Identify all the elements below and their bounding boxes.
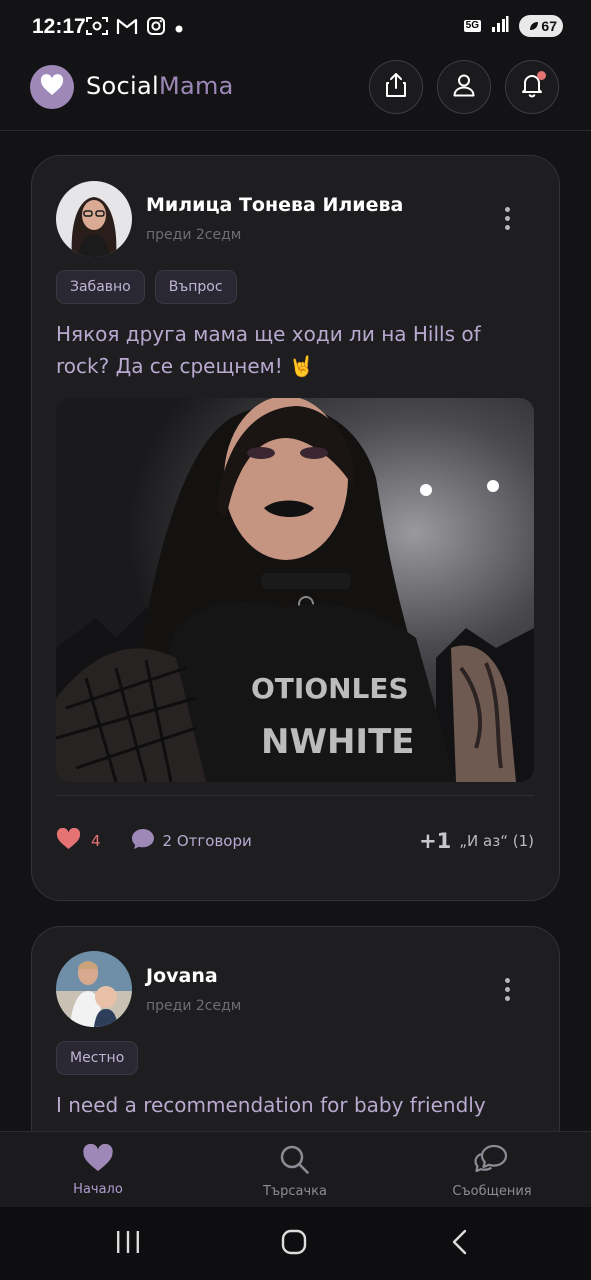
profile-button[interactable]: [437, 60, 491, 114]
post-time: преди 2седм: [146, 227, 242, 243]
more-options-button[interactable]: [495, 201, 519, 235]
post-card: Милица Тонева Илиева преди 2седм Забавно…: [31, 155, 560, 901]
author-avatar[interactable]: [56, 951, 132, 1027]
replies-count: 2 Отговори: [162, 832, 252, 850]
svg-text:NWHITE: NWHITE: [261, 722, 414, 762]
notifications-button[interactable]: [505, 60, 559, 114]
tag[interactable]: Въпрос: [154, 270, 237, 304]
status-bar: 12:17 5G 67: [0, 0, 591, 56]
comment-icon: [131, 828, 155, 854]
dot: [504, 224, 510, 230]
app-header: SocialMama: [0, 56, 591, 131]
gmail-icon: [116, 17, 138, 39]
dot: [504, 206, 510, 212]
scan-icon: [86, 16, 108, 40]
nav-messages[interactable]: Съобщения: [427, 1144, 557, 1199]
user-icon: [452, 73, 476, 101]
status-time: 12:17: [32, 15, 86, 38]
battery-level: 67: [541, 18, 557, 34]
leaf-icon: [529, 18, 539, 34]
like-count: 4: [91, 832, 101, 850]
post-tags: Забавно Въпрос: [56, 270, 237, 304]
system-status-icons: 5G 67: [463, 15, 563, 37]
more-options-button[interactable]: [495, 972, 519, 1006]
post-text: Някоя друга мама ще ходи ли на Hills of …: [56, 322, 481, 378]
share-icon: [384, 72, 408, 102]
back-button[interactable]: [440, 1227, 480, 1261]
svg-text:OTIONLES: OTIONLES: [251, 672, 409, 705]
network-badge: 5G: [463, 20, 481, 32]
like-button[interactable]: 4: [56, 827, 101, 854]
dot: [504, 977, 510, 983]
notification-dot: [537, 71, 546, 80]
home-button[interactable]: [274, 1227, 314, 1261]
me-too-count: „И аз“ (1): [459, 832, 534, 850]
signal-icon: [491, 15, 509, 37]
bottom-navigation: Начало Търсачка Съобщения: [0, 1131, 591, 1207]
replies-button[interactable]: 2 Отговори: [131, 828, 252, 854]
author-name[interactable]: Jovana: [146, 965, 218, 987]
heart-icon: [82, 1143, 114, 1176]
author-name[interactable]: Милица Тонева Илиева: [146, 194, 403, 216]
dot: [504, 995, 510, 1001]
instagram-icon: [146, 16, 166, 40]
reactions-bar: 4 2 Отговори +1 „И аз“ (1): [56, 826, 534, 856]
nav-label: Начало: [73, 1182, 123, 1197]
nav-home[interactable]: Начало: [33, 1143, 163, 1197]
brand-mama: Mama: [158, 72, 234, 100]
recents-icon: [115, 1230, 141, 1258]
nav-search[interactable]: Търсачка: [230, 1144, 360, 1199]
system-navigation: [0, 1207, 591, 1280]
tag[interactable]: Забавно: [56, 270, 145, 304]
author-avatar[interactable]: [56, 181, 132, 257]
nav-label: Търсачка: [263, 1184, 327, 1199]
post-tags: Местно: [56, 1041, 139, 1075]
plus-one-icon: +1: [419, 829, 452, 853]
reactions-divider: [56, 795, 534, 796]
dot: [504, 215, 510, 221]
notification-icons: [86, 16, 184, 40]
chat-icon: [474, 1144, 510, 1178]
brand-name: SocialMama: [86, 72, 234, 100]
heart-logo-icon: [40, 74, 64, 100]
tag[interactable]: Местно: [56, 1041, 139, 1075]
post-time: преди 2седм: [146, 998, 242, 1014]
battery-indicator: 67: [519, 15, 563, 37]
home-icon: [280, 1228, 308, 1260]
recents-button[interactable]: [108, 1227, 148, 1261]
post-text: I need a recommendation for baby friendl…: [56, 1093, 486, 1117]
heart-icon: [56, 827, 81, 854]
share-button[interactable]: [369, 60, 423, 114]
post-image[interactable]: OTIONLES NWHITE: [56, 398, 534, 782]
back-icon: [451, 1229, 469, 1259]
nav-label: Съобщения: [452, 1184, 532, 1199]
me-too-button[interactable]: +1 „И аз“ (1): [419, 829, 534, 853]
brand-social: Social: [86, 72, 159, 100]
dot: [504, 986, 510, 992]
search-icon: [279, 1144, 311, 1178]
logo[interactable]: [30, 65, 74, 109]
dot-icon: [174, 19, 184, 38]
